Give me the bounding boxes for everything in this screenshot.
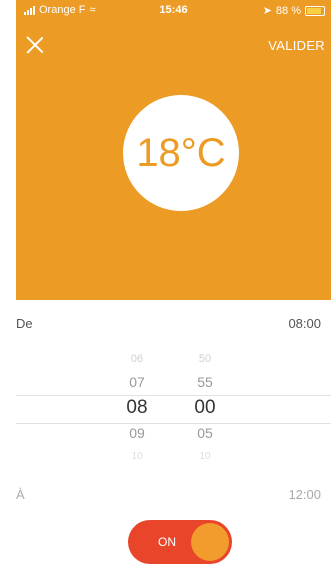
battery-icon <box>305 5 325 16</box>
to-label: À <box>16 487 25 502</box>
from-row[interactable]: De 08:00 <box>16 316 321 331</box>
screen: Orange F ≈ 15:46 ➤ 88 % VALIDER 18°C De … <box>0 0 331 568</box>
minute-option[interactable]: 10 <box>175 445 235 468</box>
toggle-knob[interactable] <box>191 523 229 561</box>
validate-button[interactable]: VALIDER <box>268 38 325 53</box>
location-icon: ➤ <box>262 5 272 17</box>
picker-divider-bottom <box>16 423 331 424</box>
minute-option[interactable]: 55 <box>175 371 235 394</box>
minute-option[interactable]: 50 <box>175 348 235 371</box>
battery-percent: 88 % <box>275 4 301 17</box>
hour-option[interactable]: 06 <box>107 348 167 371</box>
from-label: De <box>16 316 33 331</box>
temperature-header: Orange F ≈ 15:46 ➤ 88 % VALIDER 18°C <box>16 0 331 300</box>
on-off-toggle[interactable]: ON <box>128 520 232 564</box>
status-bar: Orange F ≈ 15:46 ➤ 88 % <box>16 0 331 20</box>
from-value: 08:00 <box>288 316 321 331</box>
temperature-value: 18°C <box>136 130 226 175</box>
hour-option[interactable]: 09 <box>107 422 167 445</box>
minute-selected[interactable]: 00 <box>175 394 235 422</box>
to-value: 12:00 <box>288 487 321 502</box>
temperature-display[interactable]: 18°C <box>123 95 239 211</box>
hour-option[interactable]: 10 <box>107 445 167 468</box>
minute-option[interactable]: 05 <box>175 422 235 445</box>
minute-wheel[interactable]: 50 55 00 05 10 <box>175 348 235 468</box>
time-picker[interactable]: 06 07 08 09 10 50 55 00 05 10 <box>16 348 331 466</box>
toggle-label: ON <box>158 535 176 549</box>
to-row[interactable]: À 12:00 <box>16 487 321 502</box>
close-icon[interactable] <box>26 36 44 54</box>
battery-info: ➤ 88 % <box>263 4 325 17</box>
hour-selected[interactable]: 08 <box>107 394 167 422</box>
hour-wheel[interactable]: 06 07 08 09 10 <box>107 348 167 468</box>
left-margin <box>0 0 16 568</box>
hour-option[interactable]: 07 <box>107 371 167 394</box>
picker-divider-top <box>16 395 331 396</box>
